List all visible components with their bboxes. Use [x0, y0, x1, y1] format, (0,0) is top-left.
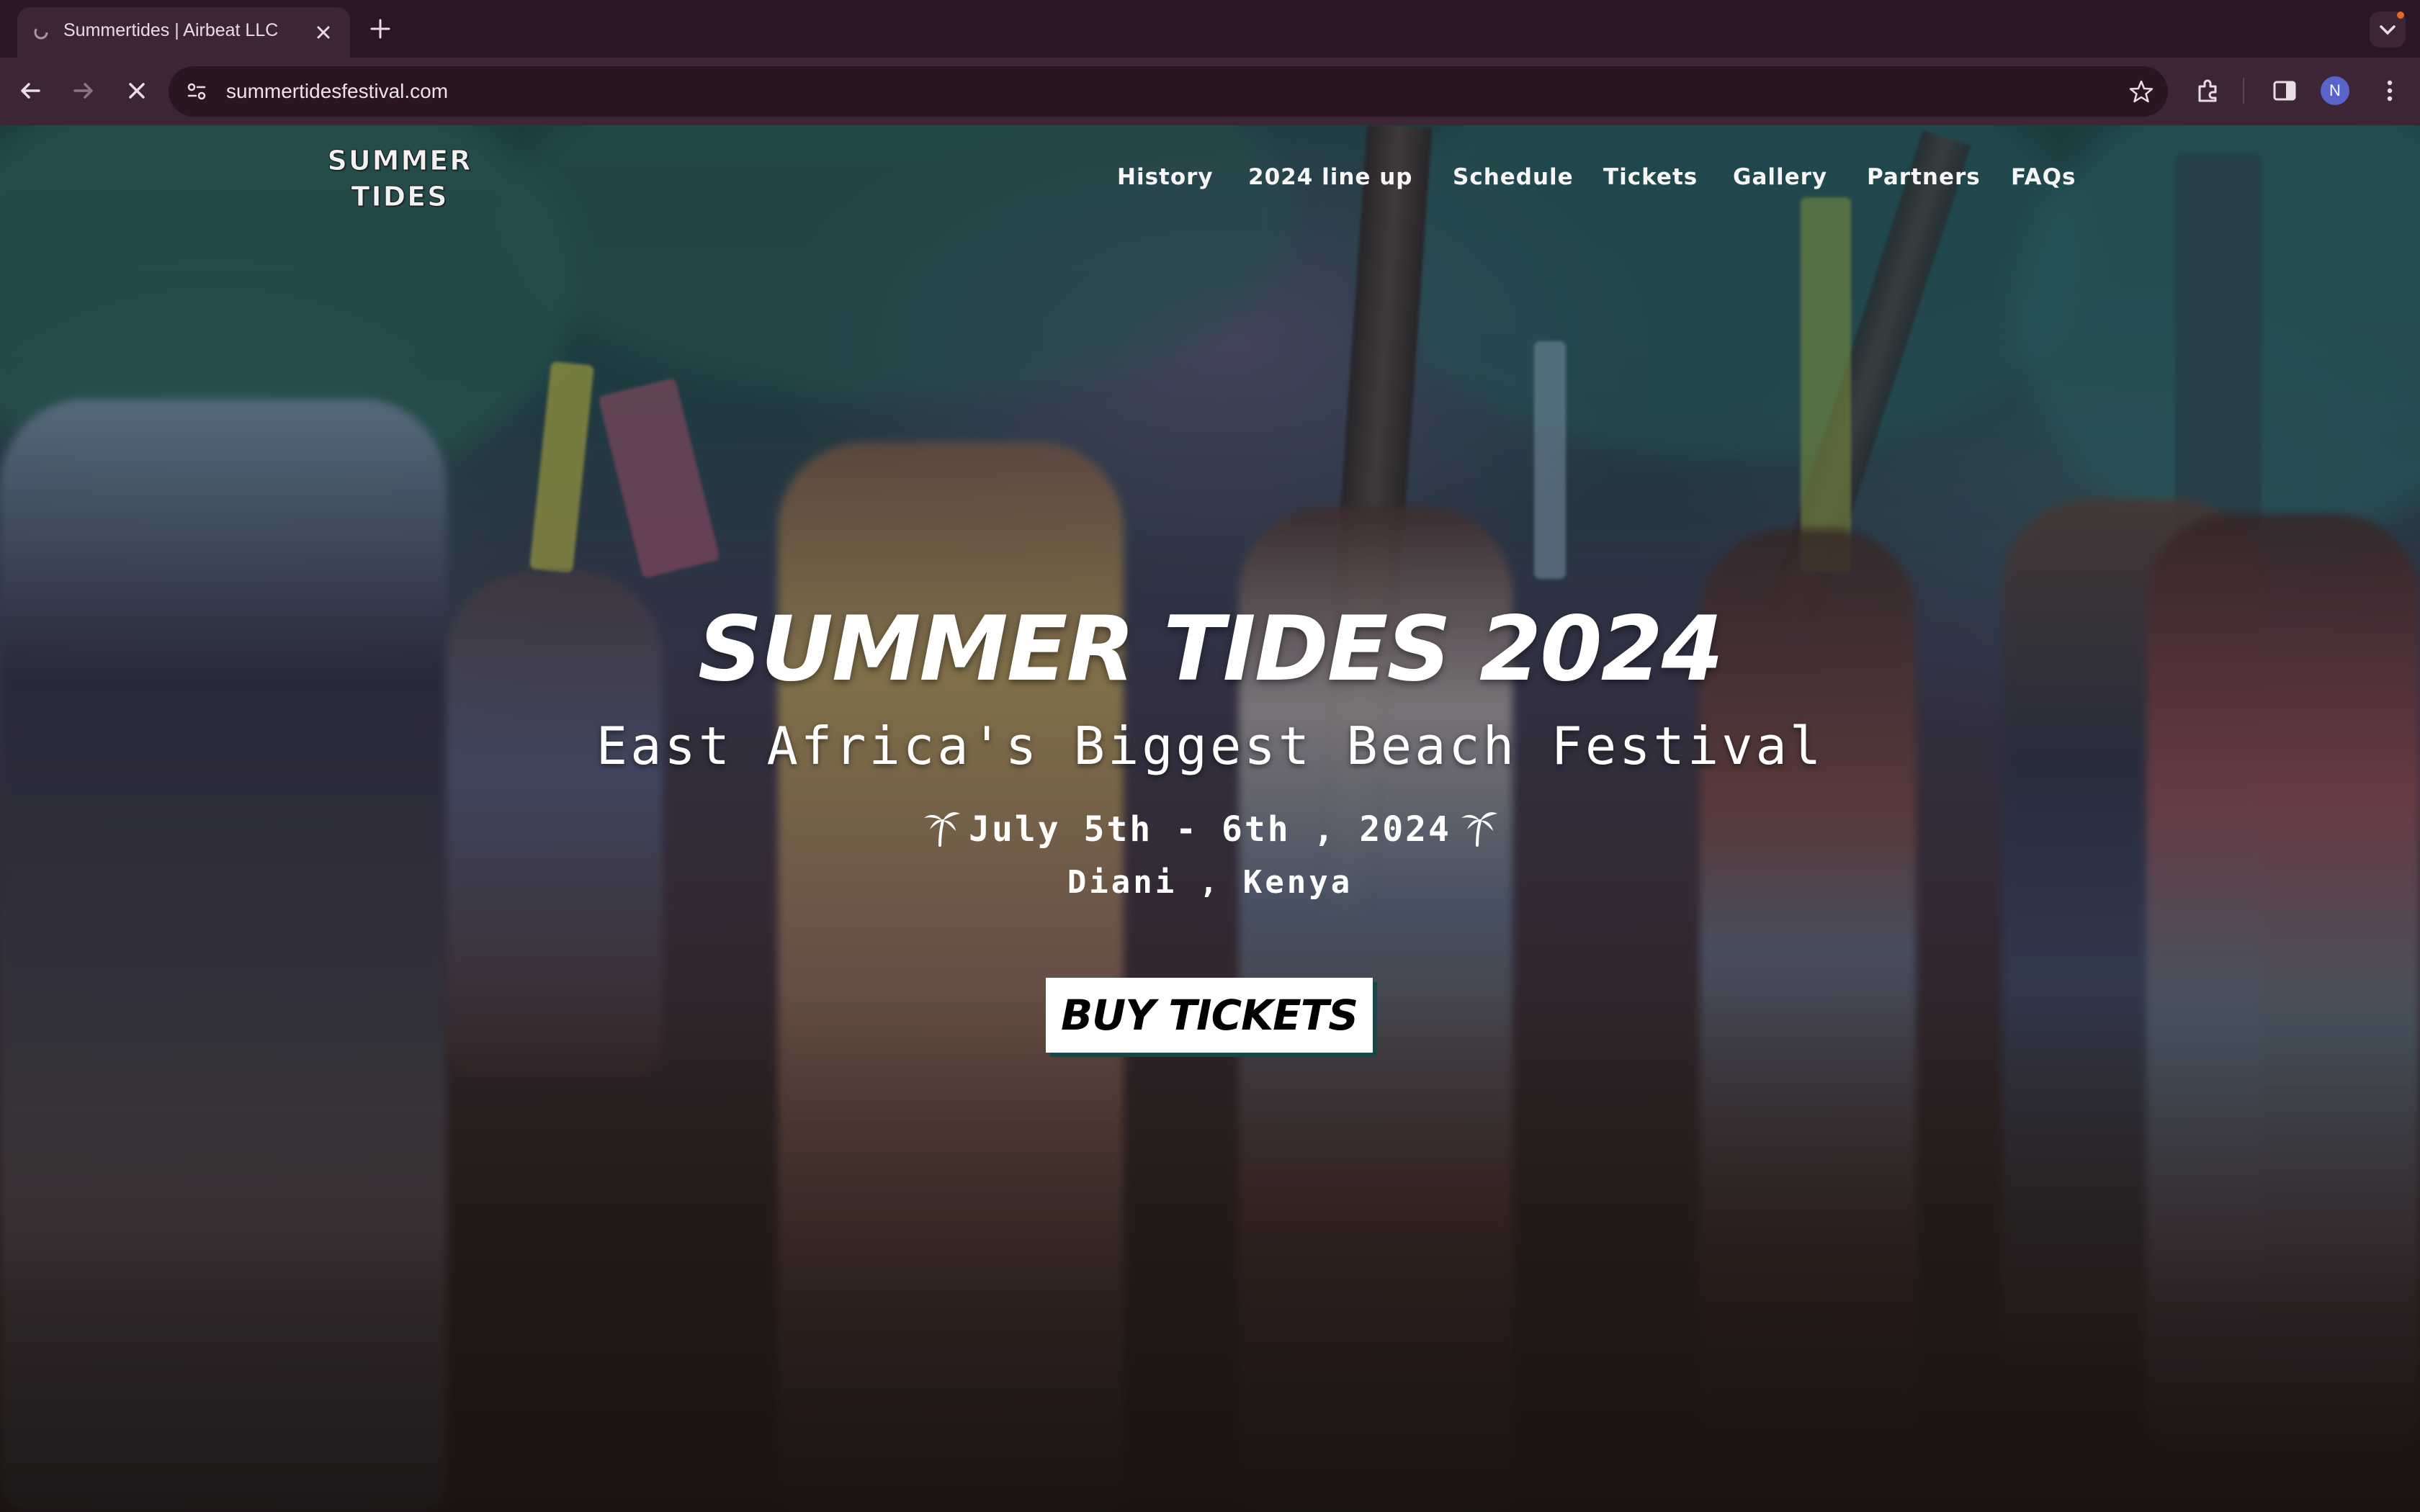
bookmark-star-icon[interactable] — [2128, 78, 2155, 105]
side-panel-icon[interactable] — [2269, 75, 2300, 107]
site-settings-icon[interactable] — [183, 78, 210, 105]
extensions-puzzle-icon[interactable] — [2192, 75, 2224, 107]
nav-schedule[interactable]: Schedule — [1453, 164, 1574, 190]
palm-tree-icon — [924, 812, 961, 847]
notification-dot — [2397, 12, 2404, 19]
address-bar[interactable]: summertidesfestival.com — [169, 66, 2168, 117]
palm-tree-icon — [1461, 812, 1497, 847]
new-tab-icon[interactable] — [366, 14, 395, 43]
browser-tab[interactable]: Summertides | Airbeat LLC — [17, 7, 350, 58]
nav-gallery[interactable]: Gallery — [1733, 164, 1827, 190]
nav-faqs[interactable]: FAQs — [2011, 164, 2076, 190]
browser-toolbar: summertidesfestival.com — [0, 58, 2420, 125]
hero-dates: July 5th - 6th , 2024 — [0, 806, 2420, 850]
hero-section: SUMMER TIDES History 2024 line up Schedu… — [0, 125, 2420, 1512]
logo-line-2: TIDES — [351, 181, 449, 213]
more-menu-icon[interactable] — [2374, 75, 2406, 107]
hero-subtitle: East Africa's Biggest Beach Festival — [596, 716, 1824, 776]
toolbar-separator — [2243, 78, 2244, 104]
url-text: summertidesfestival.com — [226, 80, 449, 102]
nav-tickets[interactable]: Tickets — [1603, 164, 1698, 190]
logo-line-1: SUMMER — [327, 145, 472, 177]
hero-title: SUMMER TIDES 2024 — [697, 598, 1724, 701]
buy-tickets-button[interactable]: BUY TICKETS — [1046, 978, 1373, 1053]
site-logo[interactable]: SUMMER TIDES — [326, 143, 474, 215]
nav-lineup[interactable]: 2024 line up — [1248, 164, 1412, 190]
forward-arrow-icon[interactable] — [68, 75, 99, 107]
back-arrow-icon[interactable] — [14, 75, 46, 107]
stop-loading-icon[interactable] — [121, 75, 153, 107]
loading-favicon-icon — [34, 25, 48, 40]
nav-history[interactable]: History — [1117, 164, 1214, 190]
tab-strip: Summertides | Airbeat LLC — [0, 0, 2420, 58]
close-tab-icon[interactable] — [311, 20, 336, 45]
profile-avatar[interactable]: N — [2321, 76, 2349, 105]
hero-dates-text: July 5th - 6th , 2024 — [969, 809, 1451, 850]
hero-location: Diani , Kenya — [1067, 864, 1353, 901]
tab-title: Summertides | Airbeat LLC — [63, 20, 279, 40]
tab-search-button[interactable] — [2370, 12, 2406, 48]
nav-partners[interactable]: Partners — [1867, 164, 1981, 190]
